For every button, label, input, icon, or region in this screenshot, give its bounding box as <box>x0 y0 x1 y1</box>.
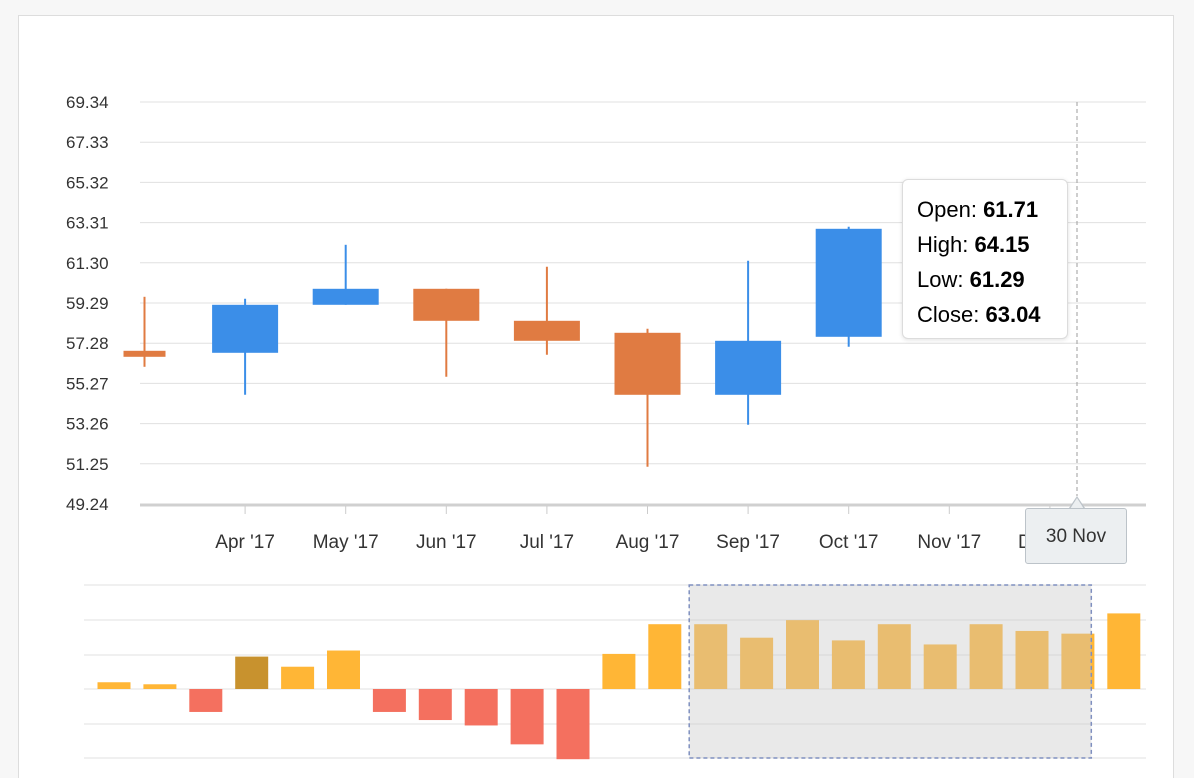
chart-canvas[interactable]: 69.34 67.33 65.32 63.31 61.30 59.29 57.28 55.27… <box>0 0 1194 778</box>
navigator-bar <box>418 689 452 721</box>
candle-body <box>715 340 782 395</box>
tooltip-high-label: High: <box>917 232 969 257</box>
candlestick-series <box>123 205 983 467</box>
x-tick-label: Nov '17 <box>917 532 981 553</box>
navigator-bar <box>602 653 636 689</box>
x-tick-label: Jun '17 <box>416 532 477 553</box>
y-tick-label: 59.29 <box>66 294 109 313</box>
candle-body <box>614 332 681 395</box>
navigator-bar <box>556 689 590 760</box>
candle-body <box>413 288 480 321</box>
y-tick-label: 51.25 <box>66 455 109 474</box>
tooltip-open-value: 61.71 <box>983 197 1039 222</box>
y-tick-label: 69.34 <box>66 93 109 112</box>
y-tick-label: 49.24 <box>66 495 109 514</box>
tooltip-high-value: 64.15 <box>974 232 1030 257</box>
tooltip-low-row: Low: 61.29 <box>917 262 1053 297</box>
ohlc-tooltip: Open: 61.71 High: 64.15 Low: 61.29 Close… <box>902 179 1068 339</box>
y-tick-label: 63.31 <box>66 214 109 233</box>
x-axis-ticks: Apr '17 May '17 Jun '17 Jul '17 Aug '17 Sep '… <box>215 506 1082 553</box>
navigator-bar <box>648 624 682 689</box>
x-tick-label: Apr '17 <box>215 532 275 553</box>
candle-body <box>312 288 379 305</box>
tooltip-high-row: High: 64.15 <box>917 227 1053 262</box>
navigator-bar <box>1107 613 1141 689</box>
x-tick-label: Oct '17 <box>819 532 879 553</box>
tooltip-close-value: 63.04 <box>985 302 1041 327</box>
x-tick-label: Jul '17 <box>520 532 574 553</box>
navigator-bar <box>464 689 498 726</box>
navigator-bar <box>327 650 360 689</box>
x-tick-label: Sep '17 <box>716 532 780 553</box>
navigator-bar <box>372 689 406 712</box>
navigator-bar <box>235 656 269 689</box>
y-tick-label: 67.33 <box>66 133 109 152</box>
y-tick-label: 61.30 <box>66 254 109 273</box>
candle-body <box>815 228 882 337</box>
x-tick-label: May '17 <box>313 532 379 553</box>
tooltip-close-label: Close: <box>917 302 980 327</box>
navigator-bar <box>143 684 177 689</box>
tooltip-low-value: 61.29 <box>969 267 1025 292</box>
navigator-bar <box>510 689 544 745</box>
candle-body <box>212 304 279 353</box>
navigator-bar <box>97 682 131 689</box>
candle-body <box>123 350 166 357</box>
candle-body <box>513 320 580 341</box>
y-tick-label: 57.28 <box>66 334 109 353</box>
navigator-bar <box>281 666 315 689</box>
y-tick-label: 55.27 <box>66 374 109 393</box>
y-tick-label: 53.26 <box>66 415 109 434</box>
tooltip-low-label: Low: <box>917 267 964 292</box>
navigator-selection-window <box>688 584 1093 759</box>
x-tick-label: Aug '17 <box>616 532 680 553</box>
tooltip-close-row: Close: 63.04 <box>917 297 1053 332</box>
navigator-bar <box>189 689 223 712</box>
y-tick-label: 65.32 <box>66 173 109 192</box>
crosshair-x-label: 30 Nov <box>1025 508 1127 564</box>
tooltip-open-label: Open: <box>917 197 977 222</box>
tooltip-open-row: Open: 61.71 <box>917 192 1053 227</box>
